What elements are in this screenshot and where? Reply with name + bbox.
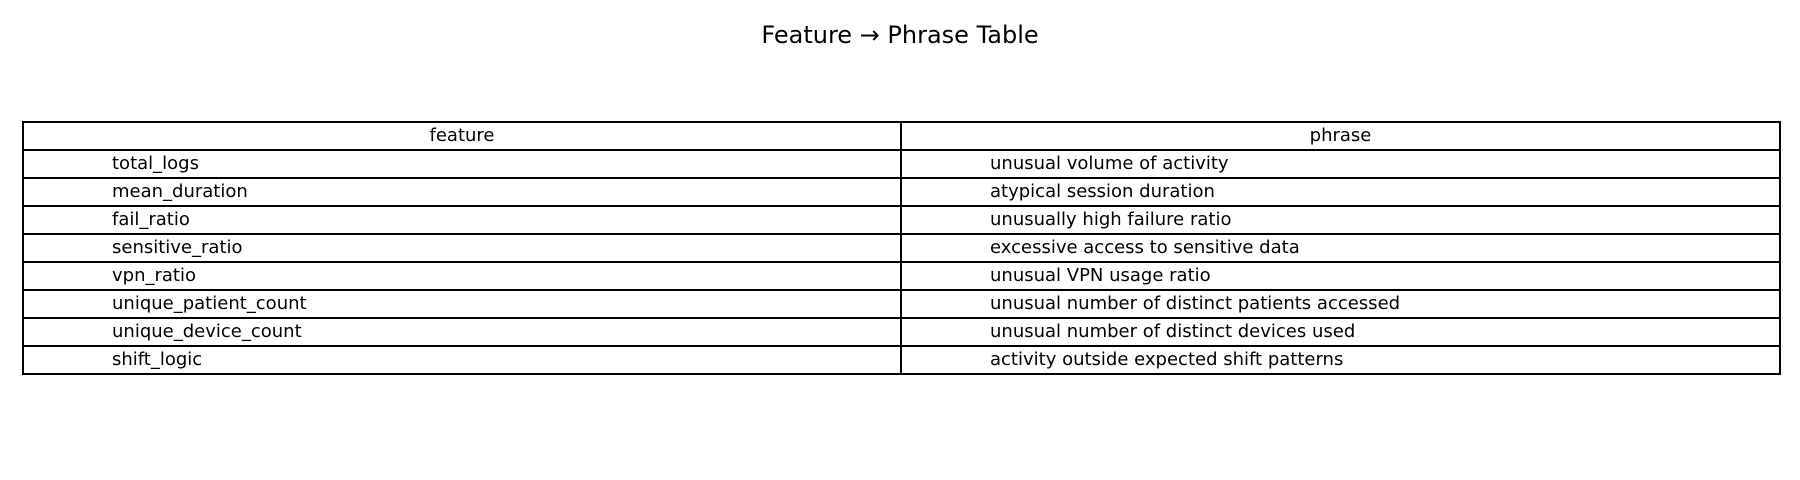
feature-cell: sensitive_ratio xyxy=(22,233,902,263)
table-header-row: feature phrase xyxy=(22,121,1781,151)
phrase-cell: atypical session duration xyxy=(900,177,1781,207)
feature-phrase-table: feature phrase total_logs unusual volume… xyxy=(22,121,1781,375)
phrase-cell: activity outside expected shift patterns xyxy=(900,345,1781,375)
table-row: mean_duration atypical session duration xyxy=(22,177,1781,207)
feature-cell: mean_duration xyxy=(22,177,902,207)
table-row: unique_device_count unusual number of di… xyxy=(22,317,1781,347)
phrase-cell: excessive access to sensitive data xyxy=(900,233,1781,263)
feature-cell: vpn_ratio xyxy=(22,261,902,291)
table-row: fail_ratio unusually high failure ratio xyxy=(22,205,1781,235)
table-row: sensitive_ratio excessive access to sens… xyxy=(22,233,1781,263)
column-header-phrase: phrase xyxy=(900,121,1781,151)
table-row: unique_patient_count unusual number of d… xyxy=(22,289,1781,319)
feature-cell: unique_device_count xyxy=(22,317,902,347)
feature-cell: unique_patient_count xyxy=(22,289,902,319)
chart-title: Feature → Phrase Table xyxy=(761,21,1039,49)
phrase-cell: unusually high failure ratio xyxy=(900,205,1781,235)
column-header-feature: feature xyxy=(22,121,902,151)
table-row: total_logs unusual volume of activity xyxy=(22,149,1781,179)
phrase-cell: unusual volume of activity xyxy=(900,149,1781,179)
feature-cell: shift_logic xyxy=(22,345,902,375)
phrase-cell: unusual VPN usage ratio xyxy=(900,261,1781,291)
feature-cell: fail_ratio xyxy=(22,205,902,235)
phrase-cell: unusual number of distinct patients acce… xyxy=(900,289,1781,319)
table-row: vpn_ratio unusual VPN usage ratio xyxy=(22,261,1781,291)
table-row: shift_logic activity outside expected sh… xyxy=(22,345,1781,375)
feature-cell: total_logs xyxy=(22,149,902,179)
phrase-cell: unusual number of distinct devices used xyxy=(900,317,1781,347)
